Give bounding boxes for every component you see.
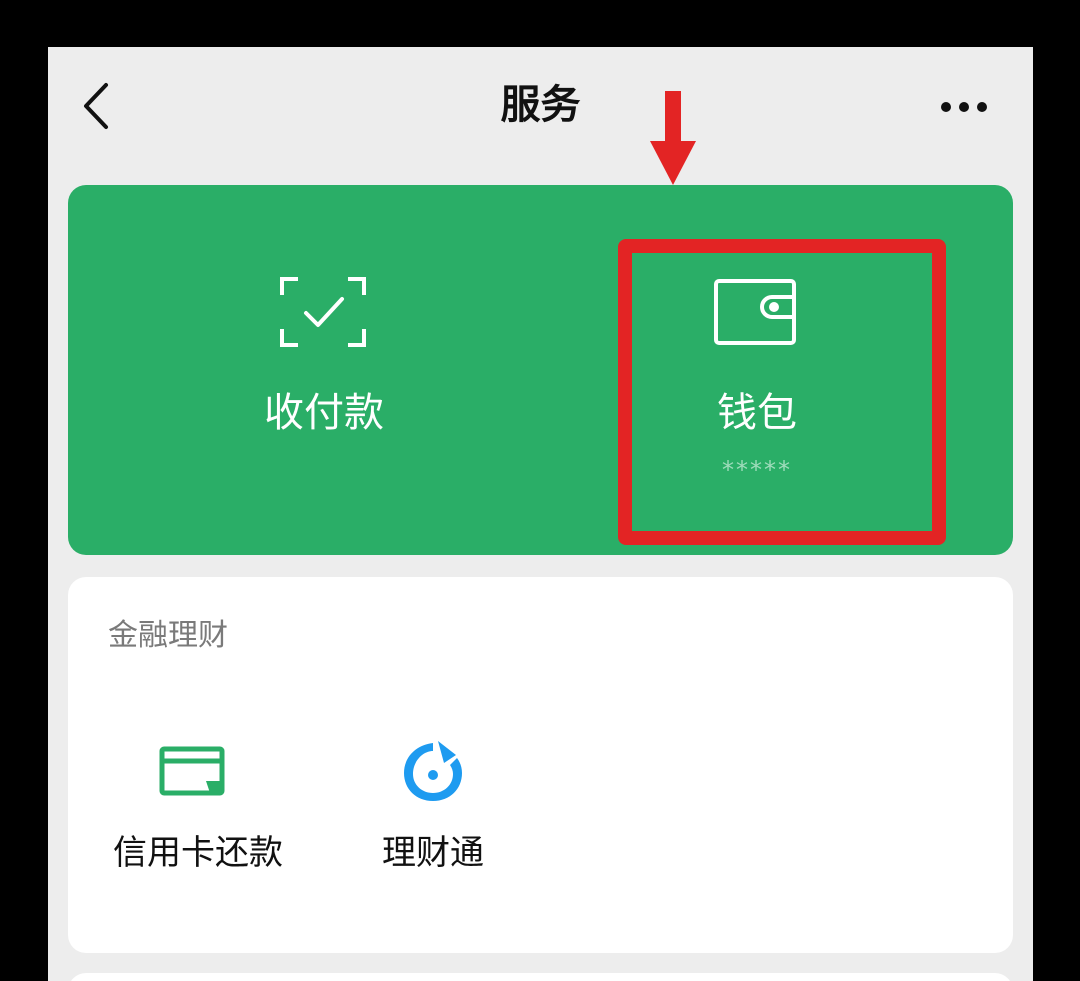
next-section-card (68, 973, 1013, 981)
page-title: 服务 (500, 82, 581, 128)
pay-receive-button[interactable]: 收付款 (68, 185, 540, 555)
services-screen: 服务 收付款 钱包 ***** 金融理财 信用卡还款 理财通 (48, 47, 1033, 981)
navbar: 服务 (48, 47, 1033, 167)
top-services-card: 收付款 钱包 ***** (68, 185, 1013, 555)
finance-card: 金融理财 信用卡还款 理财通 (68, 577, 1013, 953)
wallet-label: 钱包 (717, 390, 797, 436)
finance-section-title: 金融理财 (108, 618, 228, 653)
more-button[interactable] (932, 87, 1002, 127)
scan-check-icon (280, 277, 366, 347)
licaitong-label: 理财通 (382, 833, 484, 873)
credit-card-icon (159, 746, 225, 796)
licaitong-button[interactable]: 理财通 (358, 737, 508, 887)
licaitong-icon (404, 741, 462, 801)
credit-card-repay-label: 信用卡还款 (113, 833, 283, 873)
pay-receive-label: 收付款 (264, 390, 384, 436)
more-dots-icon (941, 102, 987, 112)
wallet-icon (714, 279, 796, 345)
credit-card-repay-button[interactable]: 信用卡还款 (98, 737, 298, 887)
wallet-button[interactable]: 钱包 ***** (540, 185, 1013, 555)
wallet-balance-masked: ***** (722, 456, 792, 484)
